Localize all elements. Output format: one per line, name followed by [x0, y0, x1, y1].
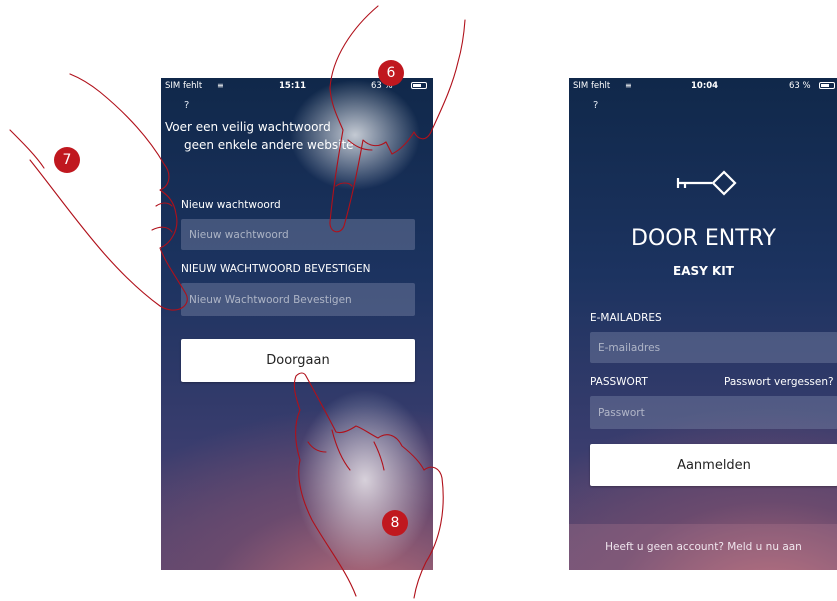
hand-outline	[9, 129, 173, 233]
hand-shading	[295, 390, 435, 570]
callout-badge-6: 6	[378, 60, 404, 86]
hands-illustration	[9, 5, 466, 599]
callout-badge-7: 7	[54, 147, 80, 173]
callout-badge-8: 8	[382, 510, 408, 536]
hand-outline	[29, 73, 188, 311]
hand-shading	[290, 80, 420, 190]
